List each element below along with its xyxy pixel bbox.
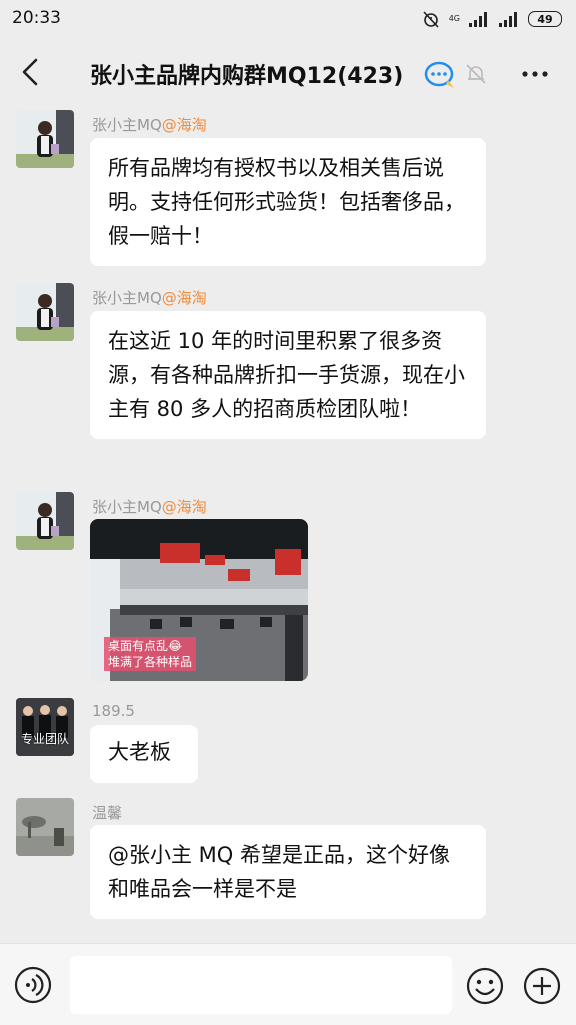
input-bar — [0, 943, 576, 1025]
photo-caption: 桌面有点乱😂 堆满了各种样品 — [104, 637, 197, 671]
message-bubble[interactable]: 所有品牌均有授权书以及相关售后说明。支持任何形式验货！包括奢侈品，假一赔十！ — [90, 138, 486, 266]
status-icons: 4G 49 — [421, 8, 562, 30]
avatar[interactable]: 专业团队 — [16, 698, 74, 756]
voice-input-icon[interactable] — [14, 966, 52, 1004]
status-bar: 20:33 4G 49 — [0, 0, 576, 38]
message-input[interactable] — [70, 956, 452, 1014]
network-type-label: 4G — [448, 14, 460, 23]
office-photo[interactable]: 桌面有点乱😂 堆满了各种样品 — [90, 519, 308, 681]
sender-name: 张小主MQ@海淘 — [92, 116, 207, 134]
avatar[interactable] — [16, 110, 74, 168]
status-time: 20:33 — [12, 8, 61, 28]
chat-header: 张小主品牌内购群MQ12(423) — [0, 38, 576, 108]
mute-bell-icon — [466, 64, 486, 84]
emoji-icon[interactable] — [465, 966, 505, 1006]
sender-name: 温馨 — [92, 804, 123, 822]
back-arrow-icon[interactable] — [16, 56, 44, 88]
avatar-label: 专业团队 — [20, 732, 69, 746]
message-bubble[interactable]: @张小主 MQ 希望是正品，这个好像和唯品会一样是不是 — [90, 825, 486, 919]
avatar[interactable] — [16, 798, 74, 856]
battery-indicator: 49 — [528, 11, 562, 27]
sender-name: 189.5 — [92, 702, 135, 720]
signal-icon — [469, 12, 487, 27]
sender-name: 张小主MQ@海淘 — [92, 498, 207, 516]
group-chat-icon — [424, 61, 454, 88]
alarm-off-icon — [423, 11, 439, 28]
add-more-icon[interactable] — [522, 966, 562, 1006]
signal-icon-2 — [499, 12, 517, 27]
chat-title: 张小主品牌内购群MQ12(423) — [90, 64, 404, 89]
more-options-icon[interactable] — [520, 62, 550, 86]
message-bubble[interactable]: 大老板 — [90, 725, 198, 783]
avatar[interactable] — [16, 283, 74, 341]
avatar[interactable] — [16, 492, 74, 550]
sender-name: 张小主MQ@海淘 — [92, 289, 207, 307]
message-bubble[interactable]: 在这近 10 年的时间里积累了很多资源，有各种品牌折扣一手货源，现在小主有 80… — [90, 311, 486, 439]
